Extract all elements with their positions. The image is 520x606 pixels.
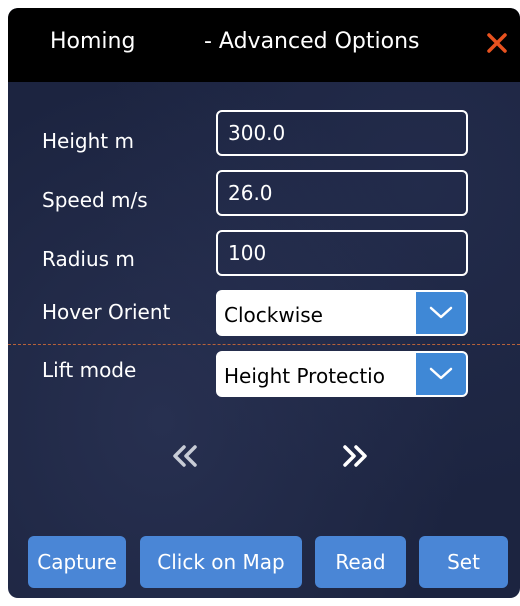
next-page-button[interactable] — [335, 436, 375, 476]
lift-mode-value: Height Protectio — [224, 364, 385, 388]
double-chevron-right-icon — [343, 445, 367, 467]
capture-button[interactable]: Capture — [28, 536, 126, 588]
close-icon — [487, 33, 507, 53]
hover-orient-value: Clockwise — [224, 303, 323, 327]
close-button[interactable] — [480, 26, 514, 60]
hover-orient-label: Hover Orient — [42, 300, 171, 324]
chevron-down-icon — [429, 367, 453, 380]
chevron-down-icon — [429, 306, 453, 319]
hover-orient-dropdown-button[interactable] — [416, 292, 466, 334]
read-button[interactable]: Read — [315, 536, 406, 588]
lift-mode-select[interactable]: Height Protectio — [216, 351, 468, 397]
hover-orient-select[interactable]: Clockwise — [216, 290, 468, 336]
map-overlay-divider — [8, 344, 520, 345]
lift-mode-label: Lift mode — [42, 358, 137, 382]
lift-mode-dropdown-button[interactable] — [416, 353, 466, 395]
speed-label: Speed m/s — [42, 188, 148, 212]
radius-label: Radius m — [42, 247, 135, 271]
click-on-map-button[interactable]: Click on Map — [140, 536, 302, 588]
double-chevron-left-icon — [173, 445, 197, 467]
dialog-title: Homing — [50, 29, 136, 54]
previous-page-button[interactable] — [165, 436, 205, 476]
speed-input[interactable] — [216, 170, 468, 216]
radius-input[interactable] — [216, 230, 468, 276]
set-button[interactable]: Set — [419, 536, 508, 588]
height-input[interactable] — [216, 110, 468, 156]
dialog-subtitle: - Advanced Options — [204, 29, 420, 54]
height-label: Height m — [42, 129, 134, 153]
title-bar: Homing - Advanced Options — [8, 8, 520, 82]
homing-dialog: Homing - Advanced Options Height m Speed… — [8, 8, 520, 598]
